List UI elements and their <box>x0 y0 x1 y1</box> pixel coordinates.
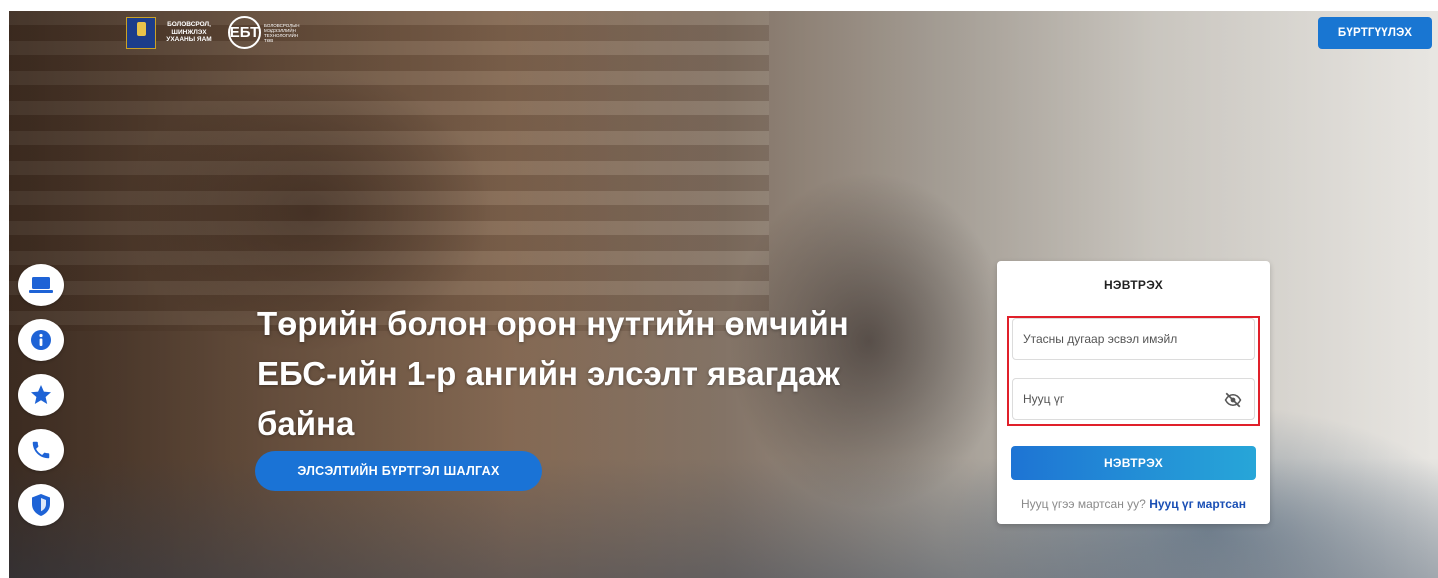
ministry-logo-text: БОЛОВСРОЛ, ШИНЖЛЭХ УХААНЫ ЯАМ <box>166 21 212 44</box>
login-submit-button[interactable]: НЭВТРЭХ <box>1011 446 1256 480</box>
phone-icon <box>32 441 50 459</box>
sidebar-item-laptop[interactable] <box>18 264 64 306</box>
hero-background: БОЛОВСРОЛ, ШИНЖЛЭХ УХААНЫ ЯАМ ЕБТ БОЛОВС… <box>9 11 1438 578</box>
shield-icon <box>32 494 50 516</box>
username-field[interactable] <box>1012 318 1255 360</box>
check-registration-button[interactable]: ЭЛСЭЛТИЙН БҮРТГЭЛ ШАЛГАХ <box>255 451 542 491</box>
ebt-logo[interactable]: ЕБТ БОЛОВСРОЛЫН МЭДЭЭЛЛИЙН ТЕХНОЛОГИЙН Т… <box>228 16 304 49</box>
sidebar-item-security[interactable] <box>18 484 64 526</box>
hero-headline-line2: ЕБС-ийн 1-р ангийн элсэлт явагдаж <box>257 355 840 392</box>
sidebar-item-contact[interactable] <box>18 429 64 471</box>
forgot-password-row: Нууц үгээ мартсан уу? Нууц үг мартсан <box>997 497 1270 511</box>
hero-headline-line3: байна <box>257 405 355 442</box>
login-card: НЭВТРЭХ НЭВТРЭХ Нууц үгээ мартсан уу? Ну… <box>997 261 1270 524</box>
eye-off-icon[interactable] <box>1224 391 1242 409</box>
password-input[interactable] <box>1013 379 1254 419</box>
login-title: НЭВТРЭХ <box>1103 278 1164 292</box>
laptop-icon <box>29 277 53 293</box>
sidebar-item-info[interactable] <box>18 319 64 361</box>
ebt-logo-text: БОЛОВСРОЛЫН МЭДЭЭЛЛИЙН ТЕХНОЛОГИЙН ТӨВ <box>264 22 300 43</box>
header-logos: БОЛОВСРОЛ, ШИНЖЛЭХ УХААНЫ ЯАМ ЕБТ БОЛОВС… <box>126 16 304 49</box>
star-icon <box>31 385 51 404</box>
hero-headline: Төрийн болон орон нутгийн өмчийн ЕБС-ийн… <box>257 299 937 449</box>
soyombo-emblem-icon <box>126 16 156 49</box>
sidebar-item-favorites[interactable] <box>18 374 64 416</box>
ministry-logo[interactable]: БОЛОВСРОЛ, ШИНЖЛЭХ УХААНЫ ЯАМ <box>126 16 218 49</box>
password-field[interactable] <box>1012 378 1255 420</box>
info-icon <box>31 330 51 350</box>
forgot-password-prompt: Нууц үгээ мартсан уу? <box>1021 497 1146 511</box>
username-input[interactable] <box>1013 319 1254 359</box>
ebt-logo-icon: ЕБТ <box>228 16 261 49</box>
hero-headline-line1: Төрийн болон орон нутгийн өмчийн <box>257 305 849 342</box>
side-quick-menu <box>18 264 64 526</box>
forgot-password-link[interactable]: Нууц үг мартсан <box>1149 497 1246 511</box>
register-button[interactable]: БҮРТГҮҮЛЭХ <box>1318 17 1432 49</box>
